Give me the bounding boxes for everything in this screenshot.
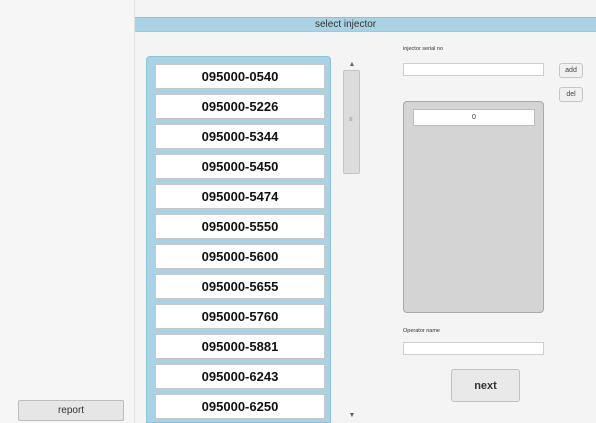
injector-list-item[interactable]: 095000-5450 (155, 154, 325, 179)
scroll-down-icon[interactable]: ▼ (347, 411, 357, 421)
grip-icon: ≡ (349, 117, 353, 123)
serial-input[interactable] (403, 63, 544, 76)
injector-list-item[interactable]: 095000-5226 (155, 94, 325, 119)
serial-label: injector serial no (403, 46, 444, 52)
add-button[interactable]: add (559, 63, 583, 78)
injector-list-item[interactable]: 095000-6243 (155, 364, 325, 389)
selected-count[interactable]: 0 (413, 109, 535, 126)
injector-list-item[interactable]: 095000-0540 (155, 64, 325, 89)
injector-list-item[interactable]: 095000-5600 (155, 244, 325, 269)
operator-input[interactable] (403, 342, 544, 355)
injector-list-item[interactable]: 095000-5474 (155, 184, 325, 209)
selected-injectors-box: 0 (403, 101, 544, 313)
injector-list-item[interactable]: 095000-5344 (155, 124, 325, 149)
injector-list: 095000-0540 095000-5226 095000-5344 0950… (146, 56, 331, 423)
scroll-up-icon[interactable]: ▲ (347, 60, 357, 70)
report-button[interactable]: report (18, 400, 124, 421)
list-scrollbar[interactable]: ▲ ≡ ▼ (342, 56, 362, 423)
injector-list-item[interactable]: 095000-5760 (155, 304, 325, 329)
injector-list-item[interactable]: 095000-6250 (155, 394, 325, 419)
title-bar: select injector (135, 17, 596, 32)
scroll-thumb[interactable]: ≡ (343, 70, 360, 174)
injector-list-item[interactable]: 095000-5655 (155, 274, 325, 299)
main-panel: select injector 095000-0540 095000-5226 … (135, 0, 596, 423)
injector-list-item[interactable]: 095000-5550 (155, 214, 325, 239)
injector-list-item[interactable]: 095000-5881 (155, 334, 325, 359)
operator-label: Operator name (403, 328, 440, 334)
next-button[interactable]: next (451, 369, 520, 402)
left-panel: report (0, 0, 135, 423)
page-title: select injector (315, 19, 377, 30)
del-button[interactable]: del (559, 87, 583, 102)
